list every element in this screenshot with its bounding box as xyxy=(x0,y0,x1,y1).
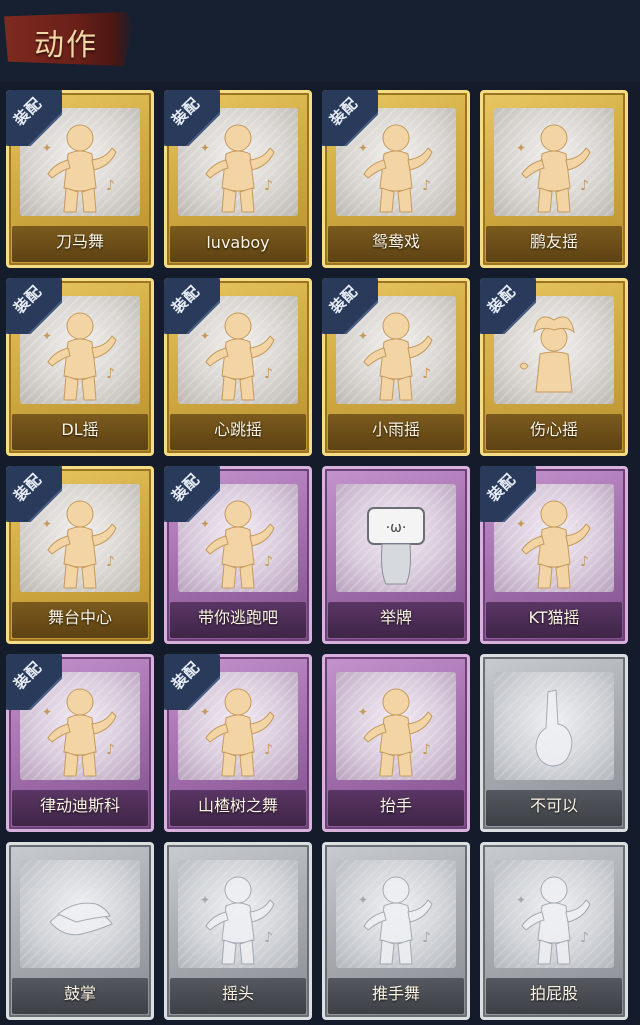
action-card[interactable]: ♪ ✦ 推手舞 xyxy=(322,842,470,1020)
action-label: 心跳摇 xyxy=(213,420,262,439)
svg-text:♪: ♪ xyxy=(106,366,115,382)
action-card[interactable]: ♪ ✦ 舞台中心 装配 xyxy=(6,466,154,644)
action-label: 抬手 xyxy=(379,796,412,815)
action-card[interactable]: ♪ ✦ 鹏友摇 xyxy=(480,90,628,268)
svg-text:♪: ♪ xyxy=(422,930,431,946)
action-grid: ♪ ✦ 刀马舞 装配 ♪ ✦ luvaboy 装配 ♪ ✦ 鸳鸯戏 装配 ♪ ✦… xyxy=(0,90,640,1025)
action-label: 伤心摇 xyxy=(529,420,578,439)
equipped-badge: 装配 xyxy=(322,278,378,334)
equipped-badge: 装配 xyxy=(164,278,220,334)
svg-text:✦: ✦ xyxy=(358,893,368,907)
svg-text:♪: ♪ xyxy=(580,930,589,946)
action-label: 律动迪斯科 xyxy=(39,796,120,815)
action-card[interactable]: ♪ ✦ 带你逃跑吧 装配 xyxy=(164,466,312,644)
clapping-hands-icon xyxy=(20,860,140,968)
finger-wag-icon xyxy=(494,672,614,780)
svg-text:✦: ✦ xyxy=(516,893,526,907)
action-label: 山楂树之舞 xyxy=(197,796,278,815)
equipped-badge: 装配 xyxy=(164,654,220,710)
svg-text:♪: ♪ xyxy=(264,178,273,194)
action-label: 不可以 xyxy=(529,796,578,815)
equipped-badge: 装配 xyxy=(480,466,536,522)
action-card[interactable]: ♪ ✦ 心跳摇 装配 xyxy=(164,278,312,456)
raise-hand-figure-icon: ♪ ✦ xyxy=(336,672,456,780)
action-label: 鹏友摇 xyxy=(529,232,578,251)
svg-text:♪: ♪ xyxy=(264,554,273,570)
action-card[interactable]: ♪ ✦ 摇头 xyxy=(164,842,312,1020)
svg-text:✦: ✦ xyxy=(358,705,368,719)
svg-text:✦: ✦ xyxy=(516,141,526,155)
svg-text:✦: ✦ xyxy=(200,893,210,907)
svg-text:♪: ♪ xyxy=(264,742,273,758)
page-title: 动作 xyxy=(34,28,98,63)
equipped-badge-label: 装配 xyxy=(484,281,520,318)
action-label: luvaboy xyxy=(206,233,270,252)
equipped-badge-label: 装配 xyxy=(10,469,46,506)
action-card[interactable]: 伤心摇 装配 xyxy=(480,278,628,456)
svg-text:♪: ♪ xyxy=(422,178,431,194)
action-card[interactable]: ♪ ✦ 鸳鸯戏 装配 xyxy=(322,90,470,268)
butt-slap-figure-icon: ♪ ✦ xyxy=(494,860,614,968)
equipped-badge-label: 装配 xyxy=(168,281,204,318)
action-card[interactable]: ·ω· 举牌 xyxy=(322,466,470,644)
svg-text:♪: ♪ xyxy=(580,178,589,194)
head-shake-figure-icon: ♪ ✦ xyxy=(178,860,298,968)
equipped-badge: 装配 xyxy=(6,654,62,710)
equipped-badge-label: 装配 xyxy=(326,281,362,318)
equipped-badge: 装配 xyxy=(322,90,378,146)
action-label: KT猫摇 xyxy=(528,608,580,627)
svg-text:♪: ♪ xyxy=(106,554,115,570)
action-card[interactable]: ♪ ✦ 抬手 xyxy=(322,654,470,832)
action-card[interactable]: ♪ ✦ 山楂树之舞 装配 xyxy=(164,654,312,832)
dance-figure-icon: ♪ ✦ xyxy=(494,108,614,216)
equipped-badge-label: 装配 xyxy=(10,281,46,318)
equipped-badge-label: 装配 xyxy=(484,469,520,506)
svg-text:·ω·: ·ω· xyxy=(386,520,407,536)
sign-holding-figure-icon: ·ω· xyxy=(336,484,456,592)
action-label: 舞台中心 xyxy=(47,608,112,627)
equipped-badge: 装配 xyxy=(6,90,62,146)
svg-text:♪: ♪ xyxy=(422,742,431,758)
equipped-badge: 装配 xyxy=(164,466,220,522)
action-card[interactable]: ♪ ✦ DL摇 装配 xyxy=(6,278,154,456)
action-card[interactable]: ♪ ✦ luvaboy 装配 xyxy=(164,90,312,268)
action-label: DL摇 xyxy=(61,420,99,439)
svg-text:♪: ♪ xyxy=(264,366,273,382)
svg-text:♪: ♪ xyxy=(422,366,431,382)
action-label: 鼓掌 xyxy=(63,984,96,1003)
action-label: 带你逃跑吧 xyxy=(197,608,278,627)
action-card[interactable]: ♪ ✦ 刀马舞 装配 xyxy=(6,90,154,268)
svg-text:♪: ♪ xyxy=(106,742,115,758)
action-label: 举牌 xyxy=(379,608,412,627)
action-card[interactable]: ♪ ✦ 律动迪斯科 装配 xyxy=(6,654,154,832)
action-label: 拍屁股 xyxy=(529,984,578,1003)
equipped-badge-label: 装配 xyxy=(168,93,204,130)
action-label: 刀马舞 xyxy=(55,232,104,251)
action-card[interactable]: 不可以 xyxy=(480,654,628,832)
header-bar: 动作 xyxy=(0,0,640,82)
equipped-badge-label: 装配 xyxy=(168,657,204,694)
equipped-badge: 装配 xyxy=(6,466,62,522)
action-label: 摇头 xyxy=(221,984,254,1003)
equipped-badge: 装配 xyxy=(164,90,220,146)
svg-text:♪: ♪ xyxy=(264,930,273,946)
equipped-badge-label: 装配 xyxy=(168,469,204,506)
svg-text:♪: ♪ xyxy=(580,554,589,570)
action-card[interactable]: ♪ ✦ KT猫摇 装配 xyxy=(480,466,628,644)
action-card[interactable]: ♪ ✦ 小雨摇 装配 xyxy=(322,278,470,456)
push-hands-figure-icon: ♪ ✦ xyxy=(336,860,456,968)
equipped-badge-label: 装配 xyxy=(10,657,46,694)
action-label: 推手舞 xyxy=(371,984,420,1003)
action-label: 鸳鸯戏 xyxy=(371,232,420,251)
action-card[interactable]: 鼓掌 xyxy=(6,842,154,1020)
equipped-badge: 装配 xyxy=(480,278,536,334)
equipped-badge-label: 装配 xyxy=(10,93,46,130)
svg-text:♪: ♪ xyxy=(106,178,115,194)
equipped-badge-label: 装配 xyxy=(326,93,362,130)
equipped-badge: 装配 xyxy=(6,278,62,334)
action-label: 小雨摇 xyxy=(371,420,420,439)
action-card[interactable]: ♪ ✦ 拍屁股 xyxy=(480,842,628,1020)
